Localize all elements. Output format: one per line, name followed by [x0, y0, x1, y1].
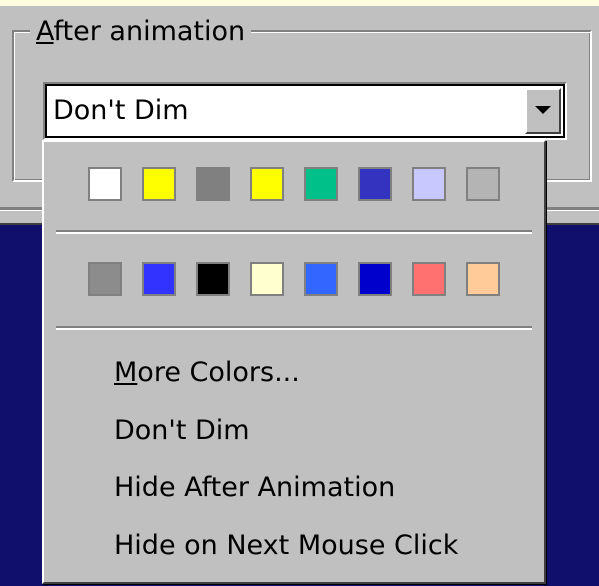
- color-dropdown-panel: More Colors... Don't Dim Hide After Anim…: [42, 140, 546, 584]
- color-swatch-lavender[interactable]: [412, 167, 446, 201]
- color-swatch-black[interactable]: [196, 262, 230, 296]
- dont-dim-item[interactable]: Don't Dim: [114, 413, 250, 449]
- color-swatch-peach[interactable]: [466, 262, 500, 296]
- color-swatch-yellow[interactable]: [142, 167, 176, 201]
- hide-after-animation-item[interactable]: Hide After Animation: [114, 470, 395, 506]
- hide-on-next-mouse-click-item[interactable]: Hide on Next Mouse Click: [114, 528, 458, 564]
- color-swatch-yellow[interactable]: [250, 167, 284, 201]
- chevron-down-icon: [535, 106, 551, 114]
- dropdown-button[interactable]: [525, 88, 561, 134]
- color-swatch-silver[interactable]: [466, 167, 500, 201]
- combobox-frame: Don't Dim: [45, 84, 565, 138]
- color-swatch-gray[interactable]: [88, 262, 122, 296]
- color-swatch-blue[interactable]: [358, 167, 392, 201]
- swatch-row-2: [88, 262, 500, 296]
- color-swatch-navy[interactable]: [358, 262, 392, 296]
- color-swatch-salmon[interactable]: [412, 262, 446, 296]
- color-swatch-gray[interactable]: [196, 167, 230, 201]
- swatch-row-1: [88, 167, 500, 201]
- color-swatch-bright-blue[interactable]: [304, 262, 338, 296]
- divider: [56, 326, 532, 330]
- divider: [56, 230, 532, 234]
- color-swatch-white[interactable]: [88, 167, 122, 201]
- color-swatch-light-yellow[interactable]: [250, 262, 284, 296]
- groupbox-title: After animation: [30, 14, 252, 50]
- color-swatch-teal[interactable]: [304, 167, 338, 201]
- combobox-value: Don't Dim: [53, 95, 189, 126]
- after-animation-combobox[interactable]: Don't Dim: [43, 82, 567, 140]
- color-swatch-blue[interactable]: [142, 262, 176, 296]
- more-colors-item[interactable]: More Colors...: [114, 355, 300, 391]
